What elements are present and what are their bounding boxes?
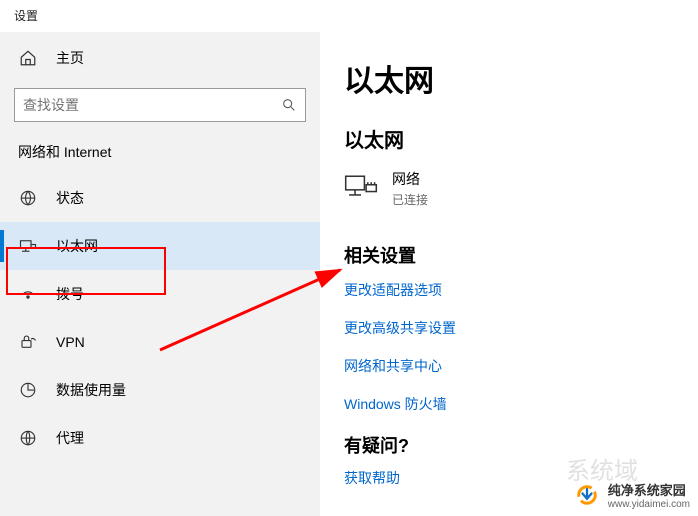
watermark: 纯净系统家园 www.yidaimei.com [572, 480, 690, 510]
faq-title: 有疑问? [344, 432, 674, 458]
status-icon [18, 188, 38, 208]
nav-proxy[interactable]: 代理 [0, 414, 320, 462]
link-windows-firewall[interactable]: Windows 防火墙 [344, 394, 674, 414]
dialup-icon [18, 284, 38, 304]
nav-dialup[interactable]: 拨号 [0, 270, 320, 318]
link-network-center[interactable]: 网络和共享中心 [344, 356, 674, 376]
home-button[interactable]: 主页 [0, 36, 320, 80]
link-advanced-sharing[interactable]: 更改高级共享设置 [344, 318, 674, 338]
related-settings-title: 相关设置 [344, 242, 674, 268]
home-label: 主页 [56, 48, 84, 68]
section-label: 网络和 Internet [0, 138, 320, 174]
network-status-block[interactable]: 网络 已连接 [344, 169, 674, 208]
proxy-icon [18, 428, 38, 448]
section-subhead: 以太网 [344, 124, 674, 153]
network-name: 网络 [392, 169, 428, 189]
nav-label: 代理 [56, 428, 84, 448]
search-box[interactable] [14, 88, 306, 122]
nav-label: 拨号 [56, 284, 84, 304]
vpn-icon [18, 332, 38, 352]
main-pane: 以太网 以太网 网络 已连接 相关设置 更改适配器选项 更改高级共 [320, 32, 698, 516]
home-icon [18, 48, 38, 68]
network-text: 网络 已连接 [392, 169, 428, 208]
monitor-network-icon [344, 174, 378, 204]
page-title: 以太网 [344, 56, 674, 100]
search-input[interactable] [23, 97, 281, 113]
network-status: 已连接 [392, 191, 428, 208]
search-wrap [14, 88, 306, 122]
nav-vpn[interactable]: VPN [0, 318, 320, 366]
sidebar: 主页 网络和 Internet 状态 [0, 32, 320, 516]
datausage-icon [18, 380, 38, 400]
watermark-logo-icon [572, 480, 602, 510]
nav-label: VPN [56, 334, 85, 350]
nav-status[interactable]: 状态 [0, 174, 320, 222]
nav-datausage[interactable]: 数据使用量 [0, 366, 320, 414]
ethernet-icon [18, 236, 38, 256]
content-container: 主页 网络和 Internet 状态 [0, 32, 698, 516]
watermark-url: www.yidaimei.com [608, 499, 690, 510]
link-adapter-options[interactable]: 更改适配器选项 [344, 280, 674, 300]
watermark-name: 纯净系统家园 [608, 480, 690, 499]
window-title: 设置 [0, 0, 698, 32]
nav-label: 数据使用量 [56, 380, 126, 400]
search-icon [281, 97, 297, 113]
nav-label: 以太网 [56, 236, 98, 256]
nav-label: 状态 [56, 188, 84, 208]
nav-ethernet[interactable]: 以太网 [0, 222, 320, 270]
